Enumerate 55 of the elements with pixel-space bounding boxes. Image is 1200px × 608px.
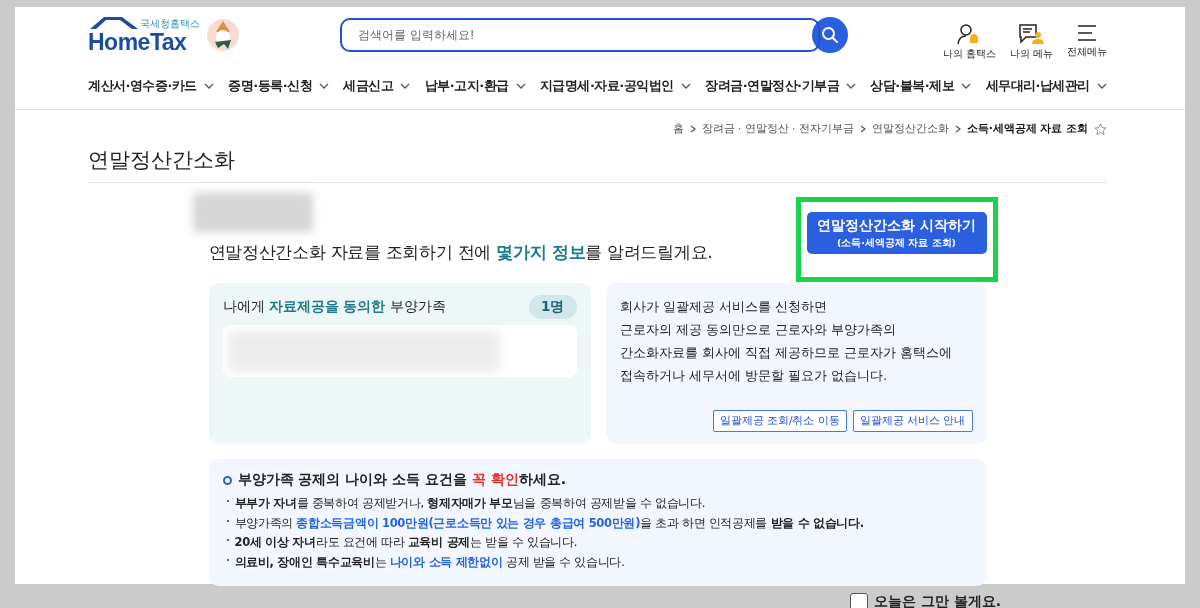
nav-menu-item[interactable]: 세무대리·납세관리 — [985, 77, 1107, 95]
nav-menu-item[interactable]: 계산서·영수증·카드 — [88, 77, 214, 95]
nav-menu-item[interactable]: 지급명세·자료·공익법인 — [539, 77, 691, 95]
document-user-icon — [1018, 23, 1045, 45]
search-input[interactable]: 검색어를 입력하세요! — [356, 27, 788, 43]
consent-title: 나에게 자료제공을 동의한 부양가족 — [222, 298, 446, 316]
chevron-down-icon — [319, 83, 330, 89]
dismiss-label[interactable]: 오늘은 그만 볼게요. — [874, 593, 1002, 608]
chevron-down-icon — [1097, 83, 1107, 89]
search-button[interactable] — [812, 17, 848, 53]
chevron-down-icon — [400, 83, 411, 89]
nav-menu-item[interactable]: 장려금·연말정산·기부금 — [705, 77, 856, 95]
chevron-icon — [859, 125, 866, 133]
notice-item: 의료비, 장애인 특수교육비는 나이와 소득 제한없이 공제 받을 수 있습니다. — [234, 554, 625, 570]
chevron-icon — [689, 125, 696, 133]
chevron-down-icon — [961, 83, 972, 89]
star-icon[interactable] — [1094, 122, 1107, 136]
utility-label[interactable]: 나의 메뉴 — [1009, 47, 1053, 61]
start-button[interactable]: 연말정산간소화 시작하기 (소득·세액공제 자료 조회) — [806, 212, 987, 254]
notice-title: 부양가족 공제의 나이와 소득 요건을 꼭 확인하세요. — [237, 471, 567, 489]
nav-menu-item[interactable]: 세금신고 — [343, 77, 411, 95]
menu-icon — [1076, 23, 1098, 43]
nav-menu-item[interactable]: 상담·불복·제보 — [870, 77, 972, 95]
notice-item: 20세 이상 자녀라도 요건에 따라 교육비 공제는 받을 수 있습니다. — [234, 535, 578, 551]
bullet-icon — [226, 519, 229, 522]
notice-item: 부양가족의 종합소득금액이 100만원(근로소득만 있는 경우 총급여 500만원)을 초과 하면 인적공제를 받을 수 없습니다. — [234, 515, 864, 531]
breadcrumb-link[interactable]: 홈 — [672, 122, 684, 136]
bullet-icon — [226, 558, 229, 561]
count-badge: 1명 — [529, 295, 577, 319]
chevron-icon — [954, 125, 961, 133]
search-field[interactable]: 검색어를 입력하세요! — [340, 18, 820, 52]
chevron-down-icon — [680, 83, 691, 89]
nav-menu-item[interactable]: 납부·고지·환급 — [424, 77, 526, 95]
nav-menu-item[interactable]: 증명·등록·신청 — [228, 77, 330, 95]
search-icon — [821, 26, 839, 44]
logo-text: HomeTax — [88, 30, 188, 54]
utility-label[interactable]: 전체메뉴 — [1067, 45, 1107, 59]
chevron-down-icon — [203, 83, 214, 89]
info-text: 회사가 일괄제공 서비스를 신청하면 근로자의 제공 동의만으로 근로자와 부양가족의 간소화자료를 회사에 직접 제공하므로 근로자가 홈택스에 접속하거나 세무서에 방문할 필요가 없습니다. — [619, 298, 954, 385]
breadcrumb-link[interactable]: 소득·세액공제 자료 조회 — [966, 122, 1088, 136]
breadcrumb-link[interactable]: 연말정산간소화 — [871, 122, 949, 136]
checkbox[interactable] — [850, 593, 868, 608]
notice-item: 부부가 자녀를 중복하여 공제받거나, 형제자매가 부모님을 중복하여 공제받을 수 없습니다. — [234, 496, 706, 512]
utility-label[interactable]: 나의 홈택스 — [942, 47, 996, 61]
house-icon — [88, 16, 140, 30]
breadcrumb-link[interactable]: 장려금 · 연말정산 · 전자기부금 — [701, 122, 854, 136]
info-button[interactable]: 일괄제공 조회/취소 이동 — [712, 410, 847, 432]
intro-text: 연말정산간소화 자료를 조회하기 전에 몇가지 정보를 알려드릴게요. — [208, 241, 713, 264]
bullet-icon — [222, 475, 232, 485]
snowman-icon — [206, 18, 240, 52]
chevron-down-icon — [515, 83, 526, 89]
page-title: 연말정산간소화 — [88, 146, 1107, 183]
logo-caption: 국세청홈택스 — [140, 18, 200, 30]
chevron-down-icon — [846, 83, 856, 89]
info-button[interactable]: 일괄제공 서비스 안내 — [852, 410, 973, 432]
